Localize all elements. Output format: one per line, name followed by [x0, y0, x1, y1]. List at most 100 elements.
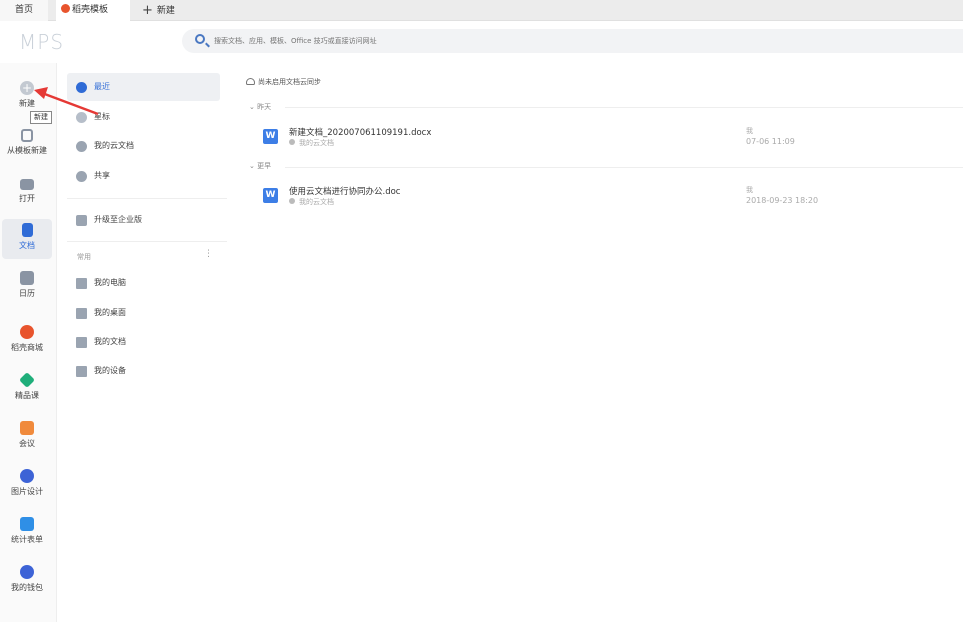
sidebar-item-image-design[interactable]: 图片设计: [2, 465, 52, 505]
upgrade-icon: [76, 215, 87, 226]
tab-new-label: 新建: [156, 6, 175, 16]
plus-circle-icon: +: [20, 81, 34, 95]
nav-item-label: 我的文档: [94, 337, 126, 346]
sidebar-item-documents[interactable]: 文档: [2, 219, 52, 259]
folder-icon: [20, 179, 34, 190]
clock-icon: [76, 82, 87, 93]
calendar-icon: [20, 271, 34, 285]
sidebar-item-label: 文档: [19, 241, 35, 250]
file-owner: 我: [746, 127, 753, 135]
sidebar-item-template-new[interactable]: 从模板新建: [2, 125, 52, 165]
nav-item-shared[interactable]: 共享: [67, 162, 220, 190]
tab-home[interactable]: 首页: [0, 0, 48, 21]
tab-home-label: 首页: [14, 5, 33, 15]
cloud-location-icon: [289, 198, 295, 204]
sidebar-item-label: 统计表单: [11, 535, 43, 544]
cloud-icon: [246, 78, 255, 85]
sidebar-item-label: 图片设计: [11, 487, 43, 496]
nav-item-label: 星标: [94, 112, 110, 121]
word-doc-icon: W: [263, 188, 278, 203]
cloud-location-icon: [289, 139, 295, 145]
desktop-icon: [76, 308, 87, 319]
file-date: 07-06 11:09: [746, 137, 795, 146]
left-sidebar: + 新建 从模板新建 打开 文档 日历 稻壳商城 精品课 会议 图片设计 统计表…: [0, 63, 57, 622]
daoke-store-icon: [20, 325, 34, 339]
cloud-doc-icon: [76, 141, 87, 152]
nav-item-label: 我的云文档: [94, 141, 134, 150]
meeting-icon: [20, 421, 34, 435]
file-row[interactable]: W 使用云文档进行协同办公.doc 我的云文档 我 2018-09-23 18:…: [263, 185, 963, 213]
sync-notice-text: 尚未启用文档云同步: [258, 78, 321, 86]
sidebar-item-calendar[interactable]: 日历: [2, 267, 52, 307]
file-location: 我的云文档: [289, 138, 334, 148]
group-header-yesterday[interactable]: ⌄ 昨天: [249, 102, 271, 112]
sidebar-item-label: 新建: [19, 99, 35, 108]
group-header-earlier[interactable]: ⌄ 更早: [249, 161, 271, 171]
graduation-cap-icon: [19, 372, 35, 388]
computer-icon: [76, 278, 87, 289]
tooltip: 新建: [30, 111, 52, 124]
tab-bar: 首页 稻壳模板 + 新建: [0, 0, 963, 21]
file-owner: 我: [746, 186, 753, 194]
search-icon: [195, 34, 205, 44]
nav-item-label: 我的电脑: [94, 278, 126, 287]
nav-item-cloud-docs[interactable]: 我的云文档: [67, 132, 220, 160]
stats-form-icon: [20, 517, 34, 531]
tab-daoke-label: 稻壳模板: [72, 5, 109, 15]
section-label-common: 常用: [77, 253, 91, 261]
file-location: 我的云文档: [289, 197, 334, 207]
share-people-icon: [76, 171, 87, 182]
file-list-panel: 尚未启用文档云同步 ⌄ 昨天 W 新建文档_202007061109191.do…: [227, 63, 963, 622]
nav-item-my-desktop[interactable]: 我的桌面: [67, 299, 220, 327]
group-header-label: 昨天: [257, 103, 272, 111]
nav-item-label: 最近: [94, 82, 110, 91]
tab-daoke-templates[interactable]: 稻壳模板: [56, 0, 130, 21]
image-design-icon: [20, 469, 34, 483]
sync-notice[interactable]: 尚未启用文档云同步: [246, 77, 321, 87]
brand-logo: MPS: [19, 30, 65, 54]
nav-item-my-computer[interactable]: 我的电脑: [67, 269, 220, 297]
sidebar-item-label: 打开: [19, 194, 35, 203]
file-date: 2018-09-23 18:20: [746, 196, 819, 205]
tab-new[interactable]: + 新建: [142, 0, 202, 21]
plus-icon: +: [142, 3, 153, 18]
sidebar-item-label: 从模板新建: [7, 146, 47, 155]
nav-item-my-documents[interactable]: 我的文档: [67, 328, 220, 356]
group-header-label: 更早: [257, 162, 272, 170]
template-new-icon: [21, 129, 33, 142]
nav-item-label: 共享: [94, 171, 110, 180]
sidebar-item-daoke-store[interactable]: 稻壳商城: [2, 321, 52, 361]
nav-item-starred[interactable]: 星标: [67, 103, 220, 131]
my-docs-icon: [76, 337, 87, 348]
nav-item-label: 我的设备: [94, 366, 126, 375]
file-name: 使用云文档进行协同办公.doc: [289, 187, 401, 197]
sidebar-item-label: 日历: [19, 289, 35, 298]
search-box[interactable]: [182, 29, 963, 53]
daoke-logo-icon: [61, 4, 70, 13]
nav-item-label: 我的桌面: [94, 308, 126, 317]
nav-item-recent[interactable]: 最近: [67, 73, 220, 101]
divider: [285, 107, 963, 108]
devices-icon: [76, 366, 87, 377]
sidebar-item-label: 精品课: [15, 391, 39, 400]
search-input[interactable]: [214, 29, 914, 53]
star-icon: [76, 112, 87, 123]
sidebar-item-open[interactable]: 打开: [2, 173, 52, 213]
sidebar-item-stats-form[interactable]: 统计表单: [2, 513, 52, 553]
file-location-text: 我的云文档: [299, 198, 334, 206]
nav-item-label: 升级至企业版: [94, 215, 142, 224]
sidebar-item-label: 我的钱包: [11, 583, 43, 592]
wallet-icon: [20, 565, 34, 579]
more-options-icon[interactable]: ⋮: [204, 249, 213, 259]
secondary-nav: 最近 星标 我的云文档 共享 升级至企业版 常用 ⋮ 我的电脑 我的桌面 我的文…: [57, 63, 277, 622]
sidebar-item-label: 会议: [19, 439, 35, 448]
sidebar-item-label: 稻壳商城: [11, 343, 43, 352]
sidebar-item-meeting[interactable]: 会议: [2, 417, 52, 457]
file-row[interactable]: W 新建文档_202007061109191.docx 我的云文档 我 07-0…: [263, 126, 963, 154]
nav-item-my-devices[interactable]: 我的设备: [67, 357, 220, 385]
sidebar-item-wallet[interactable]: 我的钱包: [2, 561, 52, 601]
sidebar-item-courses[interactable]: 精品课: [2, 369, 52, 409]
upgrade-enterprise-button[interactable]: 升级至企业版: [67, 206, 220, 234]
file-name: 新建文档_202007061109191.docx: [289, 128, 432, 138]
file-location-text: 我的云文档: [299, 139, 334, 147]
